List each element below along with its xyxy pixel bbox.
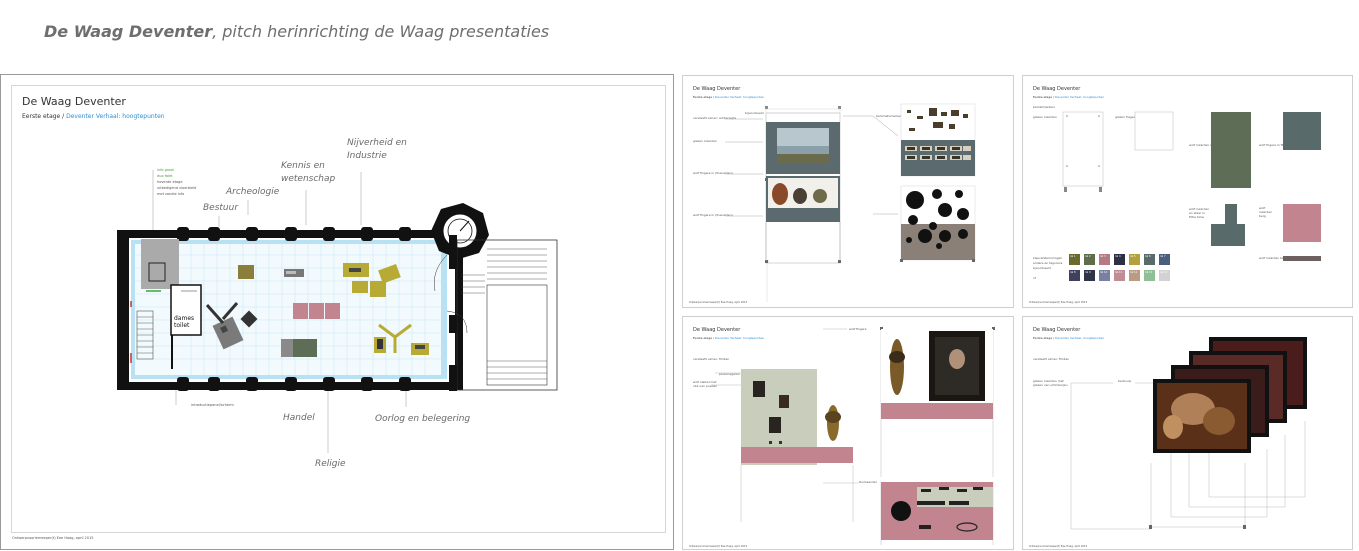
board-display-case: De Waag Deventer Eerste etage / Deventer…: [682, 75, 1014, 308]
color-swatch: ral 2: [1084, 254, 1095, 265]
swatch-label: ral 2: [1085, 255, 1091, 258]
floorplan-drawing: [117, 170, 558, 453]
main-floorplan-board: De Waag Deventer Eerste etage / Deventer…: [0, 74, 674, 550]
swatch-label: ral 13: [1145, 271, 1153, 274]
swatch-label: ral 3: [1100, 255, 1106, 258]
color-swatch: ral 9: [1084, 270, 1095, 281]
color-swatch: ral 7: [1159, 254, 1170, 265]
portraits-drawing: [711, 327, 995, 545]
swatch-label: ral 6: [1145, 255, 1151, 258]
swatch-label: ral 1: [1070, 255, 1076, 258]
color-swatch: ral 3: [1099, 254, 1110, 265]
page-title: De Waag Deventer, pitch herinrichting de…: [44, 22, 550, 41]
color-swatch: ral 10: [1099, 270, 1110, 281]
swatch-label: ral 10: [1100, 271, 1108, 274]
swatch-label: ral 14: [1160, 271, 1168, 274]
color-swatch: ral 14: [1159, 270, 1170, 281]
color-swatch: ral 13: [1144, 270, 1155, 281]
paintings-drawing: [1070, 337, 1307, 530]
swatch-label: ral 12: [1130, 271, 1138, 274]
color-swatch: ral 11: [1114, 270, 1125, 281]
swatch-label: ral 5: [1130, 255, 1136, 258]
swatch-label: ral 4: [1115, 255, 1121, 258]
color-swatch: ral 6: [1144, 254, 1155, 265]
swatch-grid: ral 1 ral 2 ral 3 ral 4 ral 5 ral 6 ral 7 ral 8…: [1069, 254, 1181, 290]
color-swatch: ral 5: [1129, 254, 1140, 265]
board-paintings: De Waag Deventer Eerste etage / Deventer…: [1022, 316, 1353, 550]
color-swatch: ral 4: [1114, 254, 1125, 265]
color-swatch: ral 1: [1069, 254, 1080, 265]
swatch-label: ral 8: [1070, 271, 1076, 274]
board-portraits: De Waag Deventer Eerste etage / Deventer…: [682, 316, 1014, 550]
swatch-label: ral 7: [1160, 255, 1166, 258]
swatch-label: ral 9: [1085, 271, 1091, 274]
color-swatch: ral 12: [1129, 270, 1140, 281]
swatch-label: ral 11: [1115, 271, 1123, 274]
display-case-drawing: [725, 103, 976, 302]
toilet-label: dames toilet: [174, 315, 195, 329]
board-material-palette: De Waag Deventer Eerste etage / Deventer…: [1022, 75, 1353, 308]
color-swatch: ral 8: [1069, 270, 1080, 281]
